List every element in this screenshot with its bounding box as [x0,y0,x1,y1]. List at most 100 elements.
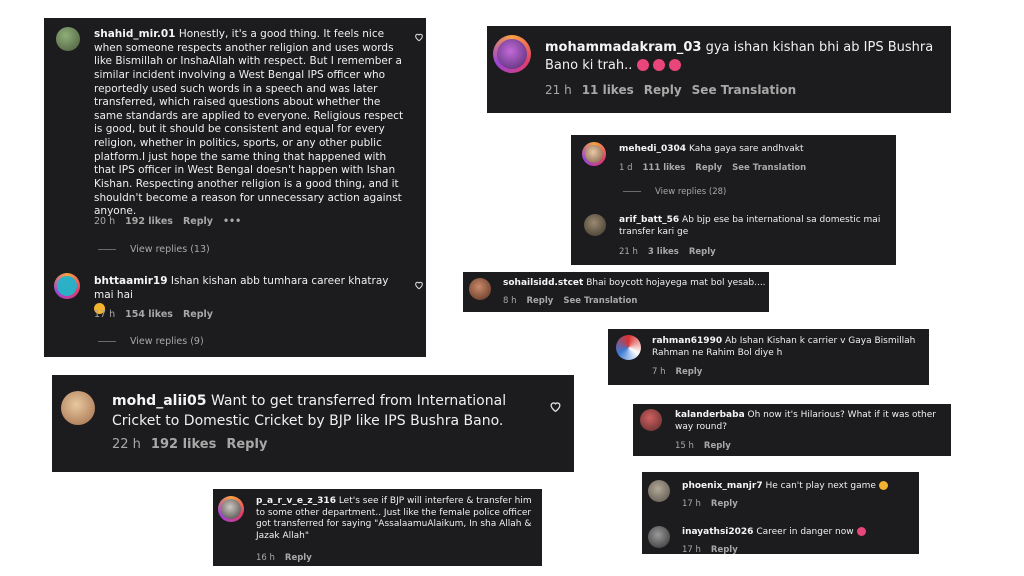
emoji-icon [878,481,888,490]
comment-meta: 16 h Reply [256,553,322,563]
heart-icon[interactable] [414,32,424,42]
heart-icon[interactable] [414,280,424,290]
comment-time: 8 h [503,296,517,306]
avatar[interactable] [640,409,662,431]
reply-button[interactable]: Reply [695,163,722,173]
comment-time: 15 h [675,441,694,451]
comment-meta: 1 d 111 likes Reply See Translation [619,163,816,173]
comment-body: Honestly, it's a good thing. It feels ni… [94,28,404,218]
comment-text: shahid_mir.01 Honestly, it's a good thin… [94,28,406,219]
comment-username[interactable]: mohammadakram_03 [545,40,701,55]
like-count[interactable]: 192 likes [151,437,216,452]
reply-button[interactable]: Reply [711,499,738,509]
comment-card-rahman: rahman61990 Ab Ishan Kishan k carrier v … [608,329,929,385]
avatar[interactable] [648,526,670,548]
comment-card-kalanderbaba: kalanderbaba Oh now it's Hilarious? What… [633,404,951,456]
comment-text: mohd_alii05 Want to get transferred from… [112,391,542,432]
view-replies-button[interactable]: View replies (9) [98,336,204,347]
comment-time: 17 h [682,499,701,509]
reply-button[interactable]: Reply [183,216,213,227]
comment-card-mohammadakram: mohammadakram_03 gya ishan kishan bhi ab… [487,26,951,113]
reply-button[interactable]: Reply [704,441,731,451]
view-replies-button[interactable]: View replies (28) [623,187,726,197]
reply-username[interactable]: bhttaamir19 [94,275,168,287]
comment-body: Bhai boycott hojayega mat bol yesab.... [586,278,766,288]
comment-username[interactable]: mehedi_0304 [619,144,686,154]
reply-meta: 21 h 3 likes Reply [619,247,726,257]
avatar[interactable] [469,278,491,300]
comment-time: 16 h [256,553,275,563]
reply-button[interactable]: Reply [676,367,703,377]
avatar[interactable] [584,214,606,236]
avatar-inner [221,499,241,519]
like-count[interactable]: 111 likes [643,163,686,173]
reply-username[interactable]: arif_batt_56 [619,215,679,225]
comment-time: 21 h [545,83,572,97]
see-translation-button[interactable]: See Translation [692,83,797,97]
comment-username[interactable]: rahman61990 [652,336,722,346]
avatar-inner [497,39,527,69]
comment-username[interactable]: phoenix_manjr7 [682,481,763,491]
comment-text: p_a_r_v_e_z_316 Let's see if BJP will in… [256,496,536,543]
comment-card-mohd-alii: mohd_alii05 Want to get transferred from… [52,375,574,472]
comment-text: phoenix_manjr7 He can't play next game [682,481,914,493]
comment-body: He can't play next game [765,481,876,491]
comment-card-parvez: p_a_r_v_e_z_316 Let's see if BJP will in… [213,489,542,566]
avatar[interactable] [61,391,95,425]
comment-username[interactable]: inayathsi2026 [682,527,753,537]
like-count[interactable]: 154 likes [125,309,173,320]
emoji-icon [856,527,866,536]
like-count[interactable]: 11 likes [582,83,634,97]
comment-card-sohailsidd: sohailsidd.stcet Bhai boycott hojayega m… [463,272,769,312]
comment-card-mehedi: mehedi_0304 Kaha gaya sare andhvakt 1 d1… [571,135,896,265]
comment-meta: 17 h Reply [682,545,748,554]
comment-username[interactable]: mohd_alii05 [112,393,207,409]
comment-text: kalanderbaba Oh now it's Hilarious? What… [675,410,947,433]
comment-meta: 8 h Reply See Translation [503,296,647,306]
reply-time: 17 h [94,309,116,320]
comment-card-phoenix: phoenix_manjr7 He can't play next game 1… [642,472,919,554]
emoji-icon [652,59,665,72]
like-count[interactable]: 3 likes [648,247,679,257]
reply-button[interactable]: Reply [689,247,716,257]
view-replies-label: View replies (13) [130,244,210,255]
comment-meta: 7 h Reply [652,367,712,377]
comment-text: inayathsi2026 Career in danger now [682,527,914,539]
like-count[interactable]: 192 likes [125,216,173,227]
comment-meta: 20 h 192 likes Reply ••• [94,216,251,227]
reply-button[interactable]: Reply [711,545,738,554]
reply-button[interactable]: Reply [527,296,554,306]
see-translation-button[interactable]: See Translation [732,163,806,173]
see-translation-button[interactable]: See Translation [563,296,637,306]
avatar[interactable] [616,335,641,360]
view-replies-button[interactable]: View replies (13) [98,244,210,255]
comment-text: sohailsidd.stcet Bhai boycott hojayega m… [503,278,766,290]
heart-icon[interactable] [549,400,562,413]
reply-text: arif_batt_56 Ab bjp ese ba international… [619,215,889,238]
avatar-inner [585,145,603,163]
avatar[interactable] [648,480,670,502]
comment-meta: 22 h 192 likes Reply [112,437,277,452]
reply-button[interactable]: Reply [183,309,213,320]
comment-username[interactable]: p_a_r_v_e_z_316 [256,496,336,506]
comment-body: Kaha gaya sare andhvakt [688,144,804,154]
reply-time: 21 h [619,247,638,257]
reply-meta: 17 h 154 likes Reply [94,309,223,320]
comment-meta: 15 h Reply [675,441,741,451]
reply-button[interactable]: Reply [285,553,312,563]
reply-button[interactable]: Reply [226,437,267,452]
comment-username[interactable]: kalanderbaba [675,410,745,420]
comment-time: 17 h [682,545,701,554]
comment-username[interactable]: sohailsidd.stcet [503,278,583,288]
comment-username[interactable]: shahid_mir.01 [94,28,175,40]
comment-card-shahid: shahid_mir.01 Honestly, it's a good thin… [44,18,426,357]
avatar[interactable] [56,27,80,51]
comment-meta: 17 h Reply [682,499,748,509]
comment-time: 1 d [619,163,633,173]
more-options-icon[interactable]: ••• [223,216,241,227]
view-replies-label: View replies (28) [655,187,727,197]
view-replies-label: View replies (9) [130,336,204,347]
comment-time: 22 h [112,437,141,452]
comment-text: mohammadakram_03 gya ishan kishan bhi ab… [545,39,941,74]
reply-button[interactable]: Reply [644,83,682,97]
